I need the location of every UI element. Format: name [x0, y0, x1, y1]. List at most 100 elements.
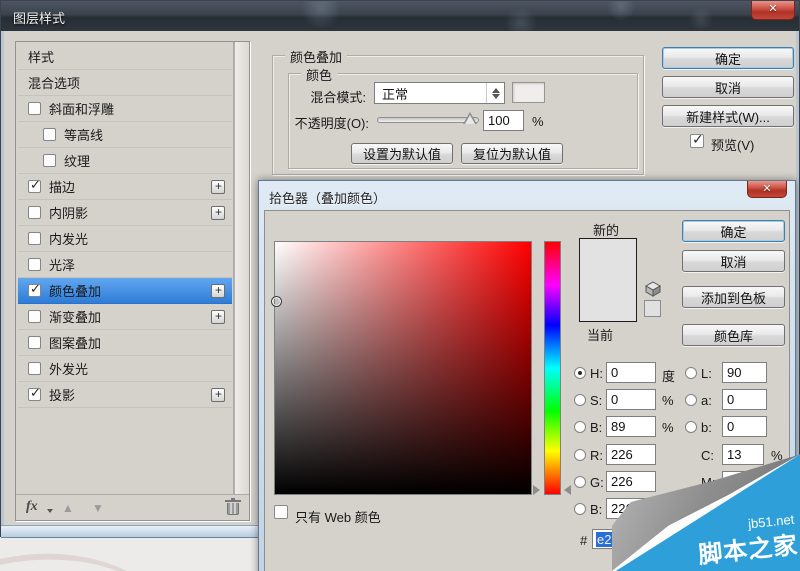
preview-checkbox[interactable] [690, 131, 704, 148]
checkbox-icon[interactable] [28, 336, 41, 349]
checkbox-icon[interactable] [28, 177, 41, 193]
field-input-b2[interactable]: 226 [606, 498, 656, 519]
sidebar-item-pattern-overlay[interactable]: 图案叠加 [18, 330, 232, 356]
plus-icon[interactable] [211, 283, 225, 298]
radio-a[interactable] [685, 394, 697, 406]
picker-cancel-button[interactable]: 取消 [682, 250, 785, 272]
close-icon[interactable]: ✕ [747, 181, 787, 198]
color-picker-body: 只有 Web 颜色 新的 当前 确定 取消 添加到色板 颜色库 H: 0 度 S… [264, 210, 790, 571]
screenshot-canvas: 图层样式 ✕ 样式 混合选项 斜面和浮雕 等高线 纹理 描边 内阴影 内发光 光… [0, 0, 800, 571]
sidebar-item-drop-shadow[interactable]: 投影 [18, 382, 232, 408]
opacity-slider-thumb[interactable] [463, 112, 477, 124]
sidebar-item-inner-glow[interactable]: 内发光 [18, 226, 232, 252]
radio-bb[interactable] [685, 421, 697, 433]
checkbox-icon[interactable] [28, 232, 41, 245]
plus-icon[interactable] [211, 309, 225, 324]
group-title: 颜色叠加 [285, 47, 348, 66]
field-input-y[interactable]: 10 [722, 498, 764, 519]
field-input-g[interactable]: 226 [606, 471, 656, 492]
saturation-brightness-field[interactable] [274, 241, 532, 495]
checkbox-icon[interactable] [28, 206, 41, 219]
item-label: 内阴影 [49, 206, 89, 221]
field-input-m[interactable]: 10 [722, 471, 764, 492]
field-input-l[interactable]: 90 [722, 362, 767, 383]
sidebar-item-bevel-emboss[interactable]: 斜面和浮雕 [18, 96, 232, 122]
radio-b2[interactable] [574, 503, 586, 515]
field-input-r[interactable]: 226 [606, 444, 656, 465]
checkbox-icon[interactable] [28, 310, 41, 323]
color-picker-titlebar[interactable]: 拾色器（叠加颜色） ✕ [259, 181, 795, 210]
sidebar-item-texture[interactable]: 纹理 [18, 148, 232, 174]
gamut-cube-icon[interactable] [645, 281, 661, 297]
hue-slider[interactable] [544, 241, 561, 495]
current-color-label: 当前 [587, 328, 614, 343]
checkbox-icon[interactable] [28, 362, 41, 375]
field-input-a[interactable]: 0 [722, 389, 767, 410]
item-label: 纹理 [64, 154, 91, 169]
close-icon[interactable]: ✕ [751, 1, 795, 20]
radio-h[interactable] [574, 367, 586, 379]
picker-ok-button[interactable]: 确定 [682, 220, 785, 242]
field-input-bb[interactable]: 0 [722, 416, 767, 437]
sidebar-item-stroke[interactable]: 描边 [18, 174, 232, 200]
sidebar-item-gradient-overlay[interactable]: 渐变叠加 [18, 304, 232, 330]
blend-mode-select[interactable]: 正常 [374, 82, 505, 104]
sidebar-item-inner-shadow[interactable]: 内阴影 [18, 200, 232, 226]
sidebar-item-satin[interactable]: 光泽 [18, 252, 232, 278]
checkbox-icon[interactable] [28, 258, 41, 271]
field-input-h[interactable]: 0 [606, 362, 656, 383]
blend-color-swatch[interactable] [512, 82, 545, 103]
radio-l[interactable] [685, 367, 697, 379]
subgroup-title: 颜色 [301, 65, 338, 84]
ok-button[interactable]: 确定 [662, 47, 794, 69]
reset-default-button[interactable]: 复位为默认值 [461, 143, 563, 164]
web-colors-checkbox[interactable] [274, 505, 288, 519]
plus-icon[interactable] [211, 387, 225, 402]
arrow-up-icon[interactable]: ▲ [62, 501, 74, 515]
preview-label: 预览(V) [711, 138, 755, 153]
plus-icon[interactable] [211, 179, 225, 194]
hex-value: e2e2e2 [596, 532, 642, 547]
fx-caret-icon[interactable] [47, 509, 53, 513]
sidebar-item-color-overlay[interactable]: 颜色叠加 [18, 278, 232, 304]
web-safe-swatch[interactable] [644, 300, 661, 317]
sidebar-item-styles[interactable]: 样式 [18, 44, 232, 70]
color-field-marker[interactable] [271, 296, 282, 307]
field-label-b: B: [590, 420, 603, 435]
field-label-m: M: [701, 475, 716, 490]
new-style-button[interactable]: 新建样式(W)... [662, 105, 794, 127]
checkbox-icon[interactable] [28, 385, 41, 401]
field-input-s[interactable]: 0 [606, 389, 656, 410]
radio-g[interactable] [574, 476, 586, 488]
scrollbar[interactable] [234, 42, 249, 494]
radio-r[interactable] [574, 449, 586, 461]
layer-style-titlebar[interactable]: 图层样式 ✕ [1, 1, 799, 31]
sidebar-item-outer-glow[interactable]: 外发光 [18, 356, 232, 382]
hue-arrow-right-icon[interactable] [564, 485, 571, 495]
add-to-swatches-button[interactable]: 添加到色板 [682, 286, 785, 308]
plus-icon[interactable] [211, 205, 225, 220]
field-unit-y: % [771, 502, 783, 517]
field-input-b[interactable]: 89 [606, 416, 656, 437]
set-default-button[interactable]: 设置为默认值 [351, 143, 453, 164]
sidebar-item-contour[interactable]: 等高线 [18, 122, 232, 148]
checkbox-icon[interactable] [43, 154, 56, 167]
checkbox-icon[interactable] [43, 128, 56, 141]
item-label: 投影 [49, 388, 76, 403]
cancel-button[interactable]: 取消 [662, 76, 794, 98]
checkbox-icon[interactable] [28, 281, 41, 297]
hue-arrow-left-icon[interactable] [533, 485, 540, 495]
radio-s[interactable] [574, 394, 586, 406]
fx-icon[interactable]: fx [26, 499, 38, 515]
opacity-input[interactable]: 100 [483, 110, 524, 131]
hex-input[interactable]: e2e2e2 [592, 529, 658, 549]
checkbox-icon[interactable] [28, 102, 41, 115]
blend-mode-label: 混合模式: [310, 90, 366, 105]
radio-b[interactable] [574, 421, 586, 433]
sidebar-item-blending-options[interactable]: 混合选项 [18, 70, 232, 96]
color-picker-title: 拾色器（叠加颜色） [269, 191, 387, 206]
field-input-c[interactable]: 13 [722, 444, 764, 465]
color-libraries-button[interactable]: 颜色库 [682, 324, 785, 346]
trash-icon[interactable] [225, 498, 241, 515]
arrow-down-icon[interactable]: ▼ [92, 501, 104, 515]
